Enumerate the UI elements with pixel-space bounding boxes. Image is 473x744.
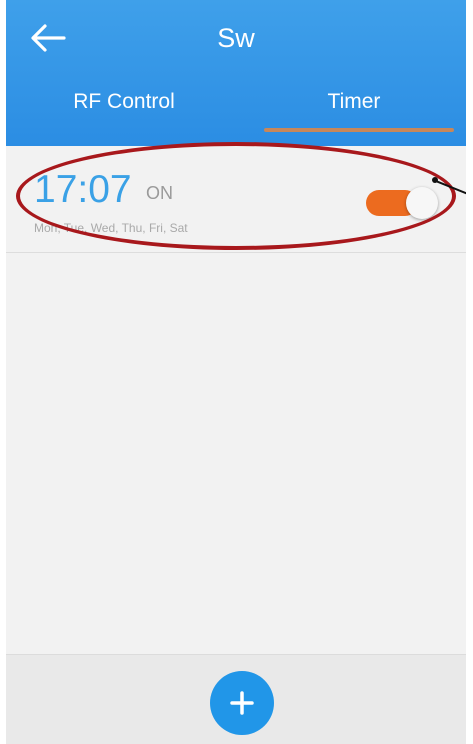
timer-repeat-days: Mon, Tue, Wed, Thu, Fri, Sat xyxy=(34,221,188,235)
add-timer-button[interactable] xyxy=(210,671,274,735)
plus-icon xyxy=(230,691,254,715)
timer-list-item[interactable]: 17:07 ON Mon, Tue, Wed, Thu, Fri, Sat xyxy=(6,150,466,253)
timer-time: 17:07 xyxy=(34,168,132,211)
timer-state: ON xyxy=(146,183,173,203)
app-screen: Sw RF Control Timer 17:07 ON Mon, Tue, W… xyxy=(6,0,466,744)
timer-enable-toggle[interactable] xyxy=(362,185,444,221)
toggle-knob xyxy=(406,187,438,219)
tab-timer[interactable]: Timer xyxy=(242,90,466,114)
active-tab-indicator xyxy=(264,128,454,132)
page-title: Sw xyxy=(217,23,255,53)
bottom-bar xyxy=(6,654,466,744)
app-header: Sw RF Control Timer xyxy=(6,0,466,146)
tab-rf-control[interactable]: RF Control xyxy=(6,90,242,114)
